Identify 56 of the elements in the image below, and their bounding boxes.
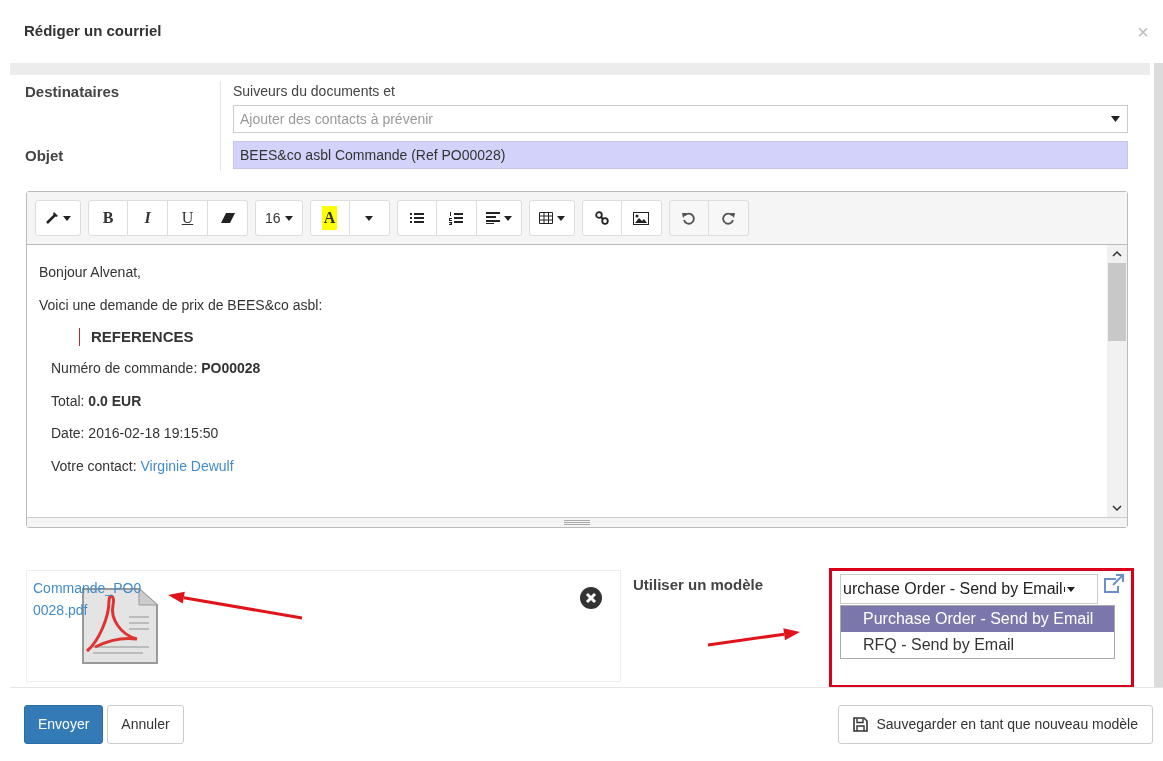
save-template-button[interactable]: Sauvegarder en tant que nouveau modèle <box>838 705 1153 744</box>
body-text: Date: 2016-02-18 19:15:50 <box>51 424 220 444</box>
section-heading: REFERENCES <box>79 328 1095 347</box>
field-label: Utiliser un modèle <box>633 575 764 595</box>
dialog-title: Rédiger un courriel <box>24 21 162 42</box>
body-text: Voici une demande de prix de BEES&co asbl: <box>39 295 324 315</box>
image-button[interactable] <box>621 200 662 236</box>
magic-wand-icon <box>45 211 59 225</box>
external-link-icon[interactable] <box>1102 574 1124 594</box>
remove-icon[interactable] <box>580 587 602 610</box>
body-text: Votre contact: <box>51 457 137 474</box>
field-note: Suiveurs du documents et <box>233 82 396 101</box>
numbered-list-icon <box>449 211 464 225</box>
text-color-button[interactable]: A <box>309 200 350 236</box>
eraser-icon <box>220 212 235 224</box>
align-button[interactable] <box>476 200 522 236</box>
font-size-button[interactable]: 16 <box>255 200 303 236</box>
link-button[interactable] <box>581 200 622 236</box>
recipients-field[interactable]: Ajouter des contacts à prévenir <box>233 105 1128 133</box>
undo-button[interactable] <box>668 200 709 236</box>
dropdown-option[interactable]: Purchase Order - Send by Email <box>841 606 1114 632</box>
clear-format-button[interactable] <box>208 200 248 236</box>
scrollbar[interactable] <box>1107 245 1127 517</box>
color-menu-button[interactable] <box>349 200 390 236</box>
caret-icon <box>1111 116 1120 122</box>
underline-button[interactable]: U <box>168 200 208 236</box>
body-text: Numéro de commande: PO00028 <box>51 359 262 379</box>
bullet-list-button[interactable] <box>396 200 437 236</box>
redo-icon <box>721 211 735 225</box>
bullet-list-icon <box>409 212 424 224</box>
table-button[interactable] <box>528 200 575 236</box>
resize-grip-icon <box>564 520 590 525</box>
scrollbar[interactable] <box>1154 63 1163 687</box>
body-text: Bonjour Alvenat, <box>39 263 142 282</box>
contact-link[interactable]: Virginie Dewulf <box>140 457 234 474</box>
numbered-list-button[interactable] <box>436 200 477 236</box>
field-label: Destinataires <box>24 82 121 102</box>
link-icon <box>594 211 609 225</box>
floppy-disk-icon <box>853 717 869 732</box>
style-button[interactable] <box>35 200 81 236</box>
dropdown-option[interactable]: RFQ - Send by Email <box>841 632 1114 658</box>
send-button[interactable]: Envoyer <box>24 705 104 744</box>
redo-button[interactable] <box>708 200 749 236</box>
cancel-button[interactable]: Annuler <box>107 705 184 744</box>
italic-button[interactable]: I <box>128 200 168 236</box>
attachment-link[interactable]: Commande_PO0 0028.pdf <box>33 577 158 621</box>
template-select[interactable]: urchase Order - Send by Email <box>840 574 1098 604</box>
table-icon <box>538 212 553 224</box>
field-label: Objet <box>24 146 65 166</box>
caret-icon <box>1063 586 1075 592</box>
undo-icon <box>682 211 696 225</box>
image-icon <box>633 211 650 225</box>
body-text: Total: 0.0 EUR <box>51 391 143 411</box>
bold-button[interactable]: B <box>88 200 128 236</box>
subject-field[interactable]: BEES&co asbl Commande (Ref PO00028) <box>233 141 1128 169</box>
align-icon <box>485 212 500 224</box>
